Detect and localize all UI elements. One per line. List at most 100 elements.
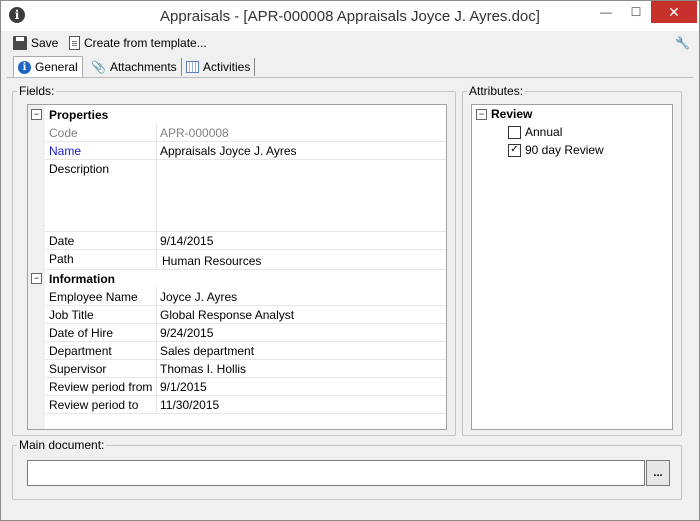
create-label: Create from template... — [84, 36, 207, 50]
column-divider — [156, 159, 157, 231]
tab-label: Activities — [203, 60, 251, 74]
toolbar: Save Create from template... — [1, 31, 699, 55]
row-gutter — [28, 413, 45, 429]
checkbox-checked[interactable]: ✓ — [508, 143, 521, 157]
paperclip-icon: 📎 — [91, 60, 106, 74]
field-value[interactable]: 9/1/2015 — [160, 380, 207, 394]
row-gutter — [28, 377, 45, 395]
row-gutter — [28, 305, 45, 323]
row-gutter — [28, 359, 45, 377]
field-value[interactable]: Sales department — [160, 344, 254, 358]
field-value[interactable]: 11/30/2015 — [160, 398, 219, 412]
save-icon — [13, 36, 27, 50]
field-label: Employee Name — [49, 290, 138, 304]
field-value[interactable]: Appraisals Joyce J. Ayres — [160, 144, 297, 158]
field-label: Job Title — [49, 308, 94, 322]
title-bar: i Appraisals - [APR-000008 Appraisals Jo… — [1, 1, 699, 31]
category-properties[interactable]: − Properties — [28, 105, 446, 123]
field-label: Description — [49, 162, 110, 176]
category-label: Properties — [49, 108, 109, 122]
attributes-legend: Attributes: — [469, 84, 524, 98]
column-divider — [156, 141, 157, 159]
field-row-date[interactable]: Date 9/14/2015 — [28, 231, 446, 250]
collapse-icon[interactable]: − — [476, 108, 487, 120]
field-row-review-period-from[interactable]: Review period from 9/1/2015 — [28, 377, 446, 396]
maximize-button[interactable]: ☐ — [621, 1, 651, 23]
column-divider — [156, 231, 157, 249]
create-from-template-button[interactable]: Create from template... — [69, 35, 207, 51]
row-gutter — [28, 249, 45, 269]
field-label: Review period from — [49, 380, 153, 394]
field-label: Path — [49, 252, 74, 266]
field-label: Code — [49, 126, 78, 140]
row-gutter — [28, 395, 45, 413]
collapse-icon[interactable]: − — [31, 273, 42, 284]
field-label: Date — [49, 234, 75, 248]
row-gutter — [28, 323, 45, 341]
column-divider — [156, 249, 157, 269]
field-row-code[interactable]: Code APR-000008 — [28, 123, 446, 142]
attributes-tree[interactable]: − Review Annual ✓ 90 day Review — [471, 104, 673, 430]
field-row-name[interactable]: Name Appraisals Joyce J. Ayres — [28, 141, 446, 160]
column-divider — [156, 395, 157, 413]
field-row-description[interactable]: Description — [28, 159, 446, 232]
fields-legend: Fields: — [19, 84, 55, 98]
column-divider — [156, 305, 157, 323]
browse-button[interactable]: ... — [646, 460, 670, 486]
attribute-item-90-day-review[interactable]: ✓ 90 day Review — [508, 143, 604, 157]
field-label: Date of Hire — [49, 326, 114, 340]
field-value[interactable]: 9/14/2015 — [160, 234, 213, 248]
field-row-department[interactable]: Department Sales department — [28, 341, 446, 360]
main-document-input[interactable] — [27, 460, 645, 486]
attribute-label: Annual — [525, 125, 563, 139]
property-grid[interactable]: − Properties Code APR-000008 Name Apprai… — [27, 104, 447, 430]
attribute-group-review[interactable]: − Review — [476, 107, 532, 121]
field-row-path[interactable]: Path Human Resources — [28, 249, 446, 270]
category-information[interactable]: − Information — [28, 269, 446, 287]
save-label: Save — [31, 36, 59, 50]
row-gutter — [28, 123, 45, 141]
field-value[interactable]: Joyce J. Ayres — [160, 290, 237, 304]
close-button[interactable]: ✕ — [651, 1, 697, 23]
tab-activities[interactable]: Activities — [182, 58, 256, 76]
checkbox-unchecked[interactable] — [508, 125, 521, 139]
column-divider — [156, 359, 157, 377]
wrench-icon[interactable]: 🔧 — [675, 36, 690, 50]
tab-general[interactable]: i General — [13, 56, 83, 77]
field-label: Supervisor — [49, 362, 107, 376]
field-value: APR-000008 — [160, 126, 229, 140]
column-divider — [156, 341, 157, 359]
attribute-label: 90 day Review — [525, 143, 604, 157]
row-gutter — [28, 159, 45, 231]
field-row-employee-name[interactable]: Employee Name Joyce J. Ayres — [28, 287, 446, 306]
field-label: Name — [49, 144, 82, 158]
field-value[interactable]: 9/24/2015 — [160, 326, 213, 340]
column-divider — [156, 287, 157, 305]
field-label: Review period to — [49, 398, 139, 412]
field-row-review-period-to[interactable]: Review period to 11/30/2015 — [28, 395, 446, 414]
collapse-icon[interactable]: − — [31, 109, 42, 120]
row-gutter — [28, 341, 45, 359]
save-button[interactable]: Save — [13, 35, 58, 51]
column-divider — [156, 123, 157, 141]
main-document-legend: Main document: — [19, 438, 105, 452]
category-label: Information — [49, 272, 115, 286]
field-label: Department — [49, 344, 112, 358]
field-value[interactable]: Thomas I. Hollis — [160, 362, 246, 376]
field-row-supervisor[interactable]: Supervisor Thomas I. Hollis — [28, 359, 446, 378]
attribute-group-label: Review — [491, 107, 533, 121]
field-row-date-of-hire[interactable]: Date of Hire 9/24/2015 — [28, 323, 446, 342]
field-row-job-title[interactable]: Job Title Global Response Analyst — [28, 305, 446, 324]
tab-attachments[interactable]: 📎 Attachments — [87, 58, 182, 76]
tab-label: Attachments — [109, 60, 177, 74]
field-value[interactable]: Human Resources — [162, 254, 261, 268]
attribute-item-annual[interactable]: Annual — [508, 125, 562, 139]
row-gutter — [28, 287, 45, 305]
calendar-icon — [186, 61, 199, 73]
field-value[interactable]: Global Response Analyst — [160, 308, 294, 322]
column-divider — [156, 323, 157, 341]
row-gutter — [28, 141, 45, 159]
tab-label: General — [35, 60, 78, 74]
info-icon: i — [18, 60, 31, 74]
minimize-button[interactable]: — — [591, 1, 621, 23]
